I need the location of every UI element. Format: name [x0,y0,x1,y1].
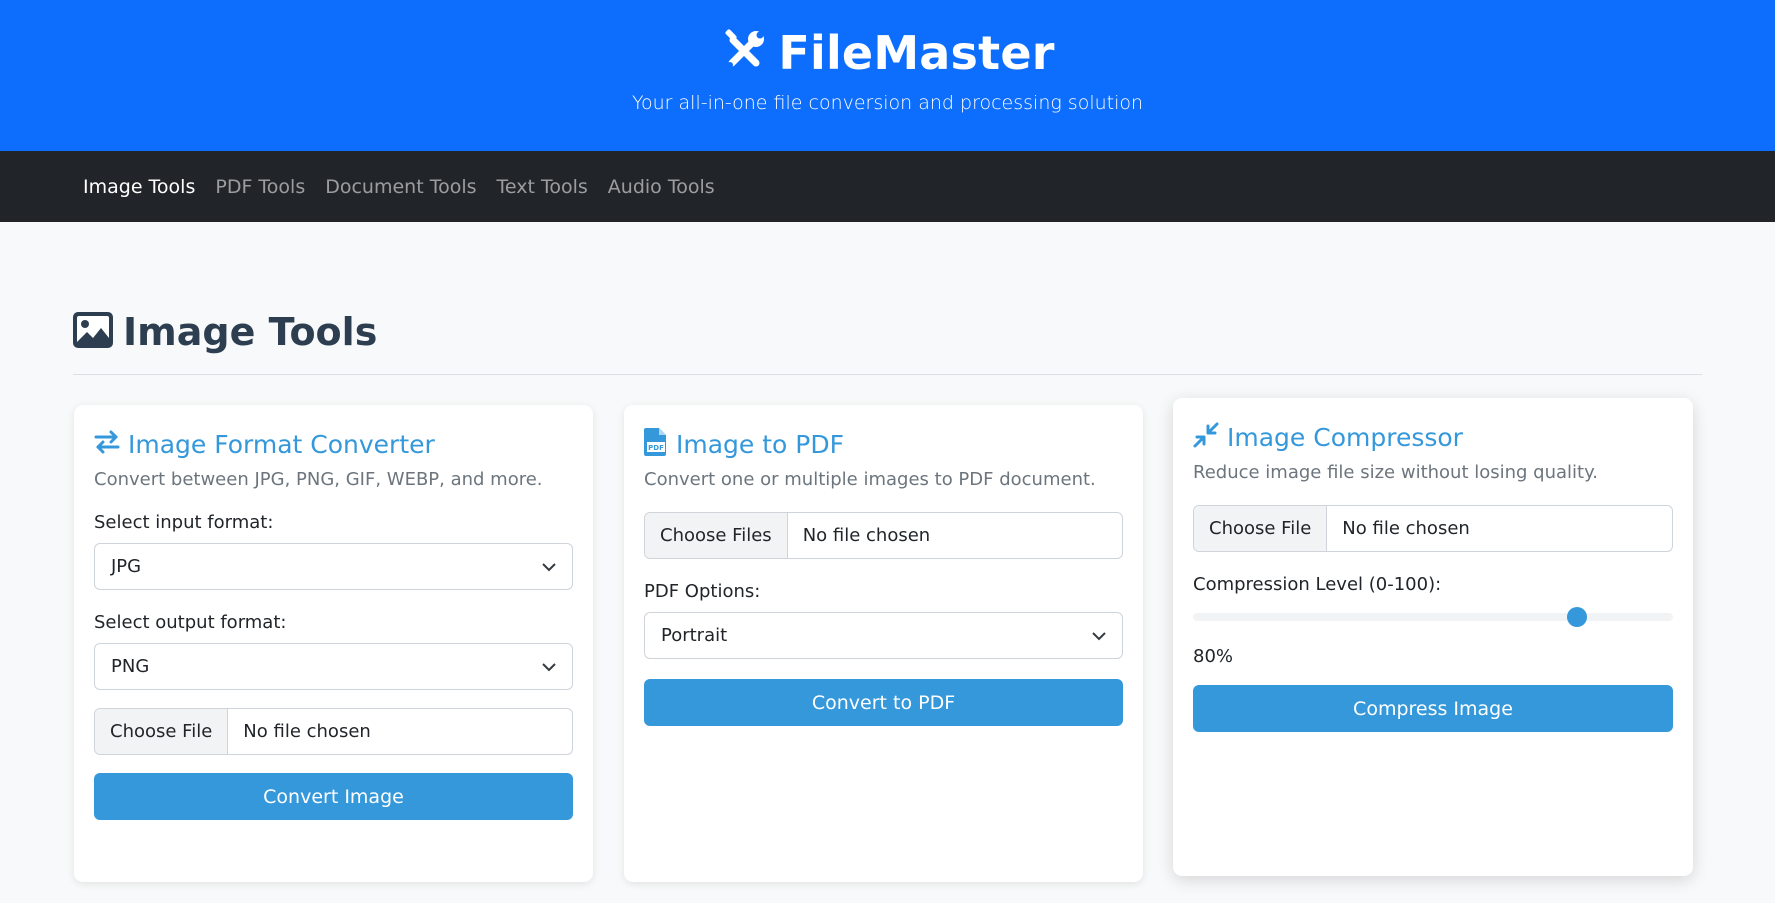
slider-thumb[interactable] [1567,607,1587,627]
card-image-to-pdf: PDF Image to PDF Convert one or multiple… [624,405,1143,882]
input-format-select[interactable]: JPG [94,543,573,590]
pdf-options-select[interactable]: Portrait [644,612,1123,659]
input-format-value: JPG [111,556,142,577]
output-format-label: Select output format: [94,612,287,633]
output-format-select[interactable]: PNG [94,643,573,690]
card-title: Image to PDF [676,429,844,459]
chevron-down-icon [1092,625,1106,646]
chevron-down-icon [542,556,556,577]
card-title: Image Compressor [1227,422,1463,452]
input-format-label: Select input format: [94,512,274,533]
image-icon [73,312,113,352]
app-tagline: Your all-in-one file conversion and proc… [631,92,1144,114]
compression-level-label: Compression Level (0-100): [1193,574,1442,595]
file-status: No file chosen [243,721,371,742]
card-description: Convert between JPG, PNG, GIF, WEBP, and… [94,469,543,490]
choose-files-button[interactable]: Choose Files [645,513,788,558]
card-header: Image Compressor [1193,420,1673,454]
card-title: Image Format Converter [128,429,435,459]
tools-icon [720,27,768,79]
slider-track[interactable] [1193,613,1673,621]
file-pdf-icon: PDF [644,428,668,460]
compress-icon [1193,422,1219,452]
card-image-format-converter: Image Format Converter Convert between J… [74,405,593,882]
main-nav: Image Tools PDF Tools Document Tools Tex… [0,151,1775,222]
pdf-options-label: PDF Options: [644,581,761,602]
choose-file-button[interactable]: Choose File [95,709,229,754]
card-header: Image Format Converter [94,427,573,461]
card-header: PDF Image to PDF [644,427,1123,461]
choose-file-button[interactable]: Choose File [1194,506,1328,551]
brand: FileMaster [720,0,1054,80]
images-file-input[interactable]: Choose Files No file chosen [644,512,1123,559]
compress-image-button[interactable]: Compress Image [1193,685,1673,732]
convert-to-pdf-button[interactable]: Convert to PDF [644,679,1123,726]
compress-file-input[interactable]: Choose File No file chosen [1193,505,1673,552]
nav-item-document-tools[interactable]: Document Tools [325,176,476,198]
nav-item-audio-tools[interactable]: Audio Tools [608,176,715,198]
nav-item-text-tools[interactable]: Text Tools [497,176,588,198]
section-header: Image Tools [73,310,1702,354]
exchange-icon [94,430,120,458]
main-content: Image Tools Image Format Converter Conve… [0,310,1775,895]
tool-cards: Image Format Converter Convert between J… [73,375,1702,895]
nav-item-pdf-tools[interactable]: PDF Tools [215,176,305,198]
nav-item-image-tools[interactable]: Image Tools [83,176,195,198]
card-description: Reduce image file size without losing qu… [1193,462,1598,483]
convert-image-button[interactable]: Convert Image [94,773,573,820]
compression-level-slider[interactable] [1193,605,1673,629]
image-file-input[interactable]: Choose File No file chosen [94,708,573,755]
output-format-value: PNG [111,656,150,677]
svg-text:PDF: PDF [648,444,664,452]
chevron-down-icon [542,656,556,677]
card-description: Convert one or multiple images to PDF do… [644,469,1096,490]
file-status: No file chosen [1342,518,1470,539]
section-title: Image Tools [123,310,378,354]
compression-level-value: 80% [1193,646,1234,667]
pdf-options-value: Portrait [661,625,728,646]
app-header: FileMaster Your all-in-one file conversi… [0,0,1775,151]
card-image-compressor: Image Compressor Reduce image file size … [1173,398,1693,876]
app-title: FileMaster [778,26,1055,80]
file-status: No file chosen [802,525,931,546]
